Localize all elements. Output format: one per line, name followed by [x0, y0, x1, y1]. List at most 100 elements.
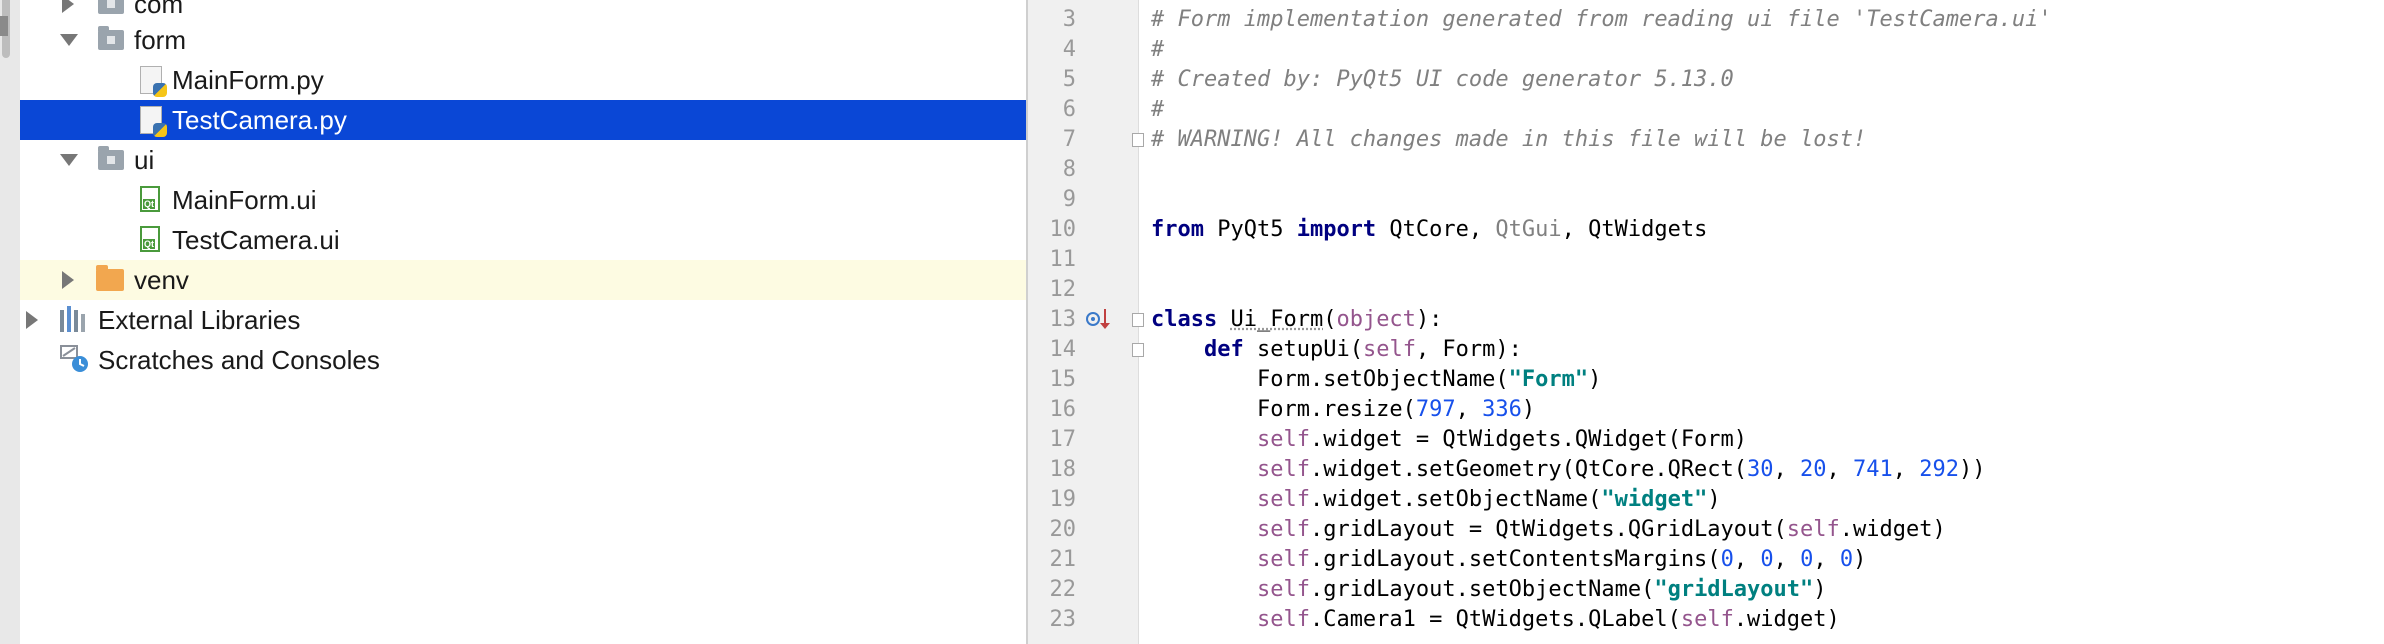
line-number: 13 [1049, 307, 1077, 332]
code-line-7[interactable]: 7 # WARNING! All changes made in this fil… [1028, 125, 2384, 155]
code-text: Form.setObjectName("Form") [1151, 367, 1602, 392]
code-line-12[interactable]: 12 [1028, 275, 2384, 305]
code-line-18[interactable]: 18 self.widget.setGeometry(QtCore.QRect(… [1028, 455, 2384, 485]
folder-icon [98, 26, 124, 53]
code-text: self.Camera1 = QtWidgets.QLabel(self.wid… [1256, 607, 1840, 632]
code-text: # WARNING! All changes made in this file… [1151, 127, 1867, 152]
chevron-right-icon[interactable] [26, 311, 38, 329]
code-line-21[interactable]: 21 self.gridLayout.setContentsMargins(0,… [1028, 545, 2384, 575]
code-line-3[interactable]: 3 # Form implementation generated from re… [1028, 5, 2384, 35]
python-file-icon [140, 106, 167, 137]
code-line-22[interactable]: 22 self.gridLayout.setObjectName("gridLa… [1028, 575, 2384, 605]
folder-icon [98, 146, 124, 173]
code-text: # Created by: PyQt5 UI code generator 5.… [1151, 67, 1734, 92]
code-text: # Form implementation generated from rea… [1151, 7, 2052, 32]
tree-item-mainform-ui[interactable]: Qt MainForm.ui [20, 180, 1026, 220]
scratches-icon [60, 344, 90, 374]
code-line-10[interactable]: 10 from PyQt5 import QtCore, QtGui, QtWid… [1028, 215, 2384, 245]
tree-item-scratches[interactable]: Scratches and Consoles [20, 340, 1026, 380]
tree-item-label: TestCamera.ui [172, 224, 340, 255]
code-line-16[interactable]: 16 Form.resize(797, 336) [1028, 395, 2384, 425]
code-text: self.widget = QtWidgets.QWidget(Form) [1256, 427, 1748, 452]
tree-item-testcamera-py[interactable]: TestCamera.py [20, 100, 1026, 140]
line-number: 20 [1049, 517, 1077, 542]
fold-icon[interactable] [1132, 133, 1144, 147]
code-line-20[interactable]: 20 self.gridLayout = QtWidgets.QGridLayo… [1028, 515, 2384, 545]
code-line-5[interactable]: 5 # Created by: PyQt5 UI code generator 5… [1028, 65, 2384, 95]
line-number: 23 [1049, 607, 1077, 632]
code-line-6[interactable]: 6 # [1028, 95, 2384, 125]
code-text: # [1151, 37, 1165, 62]
line-number: 12 [1049, 277, 1077, 302]
chevron-right-icon[interactable] [62, 0, 74, 13]
code-text: class Ui_Form(object): [1151, 307, 1443, 332]
code-text: self.widget.setObjectName("widget") [1256, 487, 1721, 512]
code-text: Form.resize(797, 336) [1151, 397, 1536, 422]
code-text: from PyQt5 import QtCore, QtGui, QtWidge… [1151, 217, 1708, 242]
code-line-13[interactable]: 13 class Ui_Form(object): [1028, 305, 2384, 335]
code-line-17[interactable]: 17 self.widget = QtWidgets.QWidget(Form) [1028, 425, 2384, 455]
line-number: 10 [1049, 217, 1077, 242]
line-number: 8 [1062, 157, 1076, 182]
line-number: 9 [1062, 187, 1076, 212]
libraries-icon [60, 306, 90, 332]
line-number: 21 [1049, 547, 1077, 572]
project-scrollbar[interactable] [0, 0, 21, 644]
implements-icon[interactable] [1086, 312, 1100, 326]
line-number: 11 [1049, 247, 1077, 272]
code-line-8[interactable]: 8 [1028, 155, 2384, 185]
code-line-15[interactable]: 15 Form.setObjectName("Form") [1028, 365, 2384, 395]
code-line-19[interactable]: 19 self.widget.setObjectName("widget") [1028, 485, 2384, 515]
line-number: 19 [1049, 487, 1077, 512]
tree-item-label: MainForm.ui [172, 184, 317, 215]
folder-icon [98, 0, 124, 17]
tree-item-label: venv [134, 264, 189, 295]
project-tree: com form MainForm.py TestCamera.py ui Qt… [20, 0, 1026, 644]
line-number: 3 [1062, 7, 1076, 32]
tree-item-ui[interactable]: ui [20, 140, 1026, 180]
tree-item-form[interactable]: form [20, 20, 1026, 60]
tree-item-label: ui [134, 144, 155, 175]
tree-item-testcamera-ui[interactable]: Qt TestCamera.ui [20, 220, 1026, 260]
tree-item-venv[interactable]: venv [20, 260, 1026, 300]
qt-ui-file-icon: Qt [140, 186, 166, 212]
tree-item-label: Scratches and Consoles [98, 344, 380, 375]
tree-item-label: External Libraries [98, 304, 301, 335]
code-text: self.widget.setGeometry(QtCore.QRect(30,… [1256, 457, 1986, 482]
code-line-14[interactable]: 14 def setupUi(self, Form): [1028, 335, 2384, 365]
line-number: 4 [1062, 37, 1076, 62]
code-text: self.gridLayout = QtWidgets.QGridLayout(… [1256, 517, 1946, 542]
code-text: self.gridLayout.setContentsMargins(0, 0,… [1256, 547, 1867, 572]
arrow-down-icon[interactable] [1100, 309, 1110, 329]
scroll-marker [0, 16, 8, 36]
code-text: def setupUi(self, Form): [1203, 337, 1522, 362]
tree-item-mainform-py[interactable]: MainForm.py [20, 60, 1026, 100]
line-number: 18 [1049, 457, 1077, 482]
line-number: 15 [1049, 367, 1077, 392]
tree-item-label: MainForm.py [172, 64, 324, 95]
code-text: # [1151, 97, 1165, 122]
chevron-down-icon[interactable] [60, 34, 78, 46]
folder-excluded-icon [96, 265, 124, 293]
line-number: 6 [1062, 97, 1076, 122]
code-line-23[interactable]: 23 self.Camera1 = QtWidgets.QLabel(self.… [1028, 605, 2384, 635]
fold-icon[interactable] [1132, 313, 1144, 327]
code-line-4[interactable]: 4 # [1028, 35, 2384, 65]
code-text: self.gridLayout.setObjectName("gridLayou… [1256, 577, 1827, 602]
chevron-right-icon[interactable] [62, 271, 74, 289]
code-line-11[interactable]: 11 [1028, 245, 2384, 275]
line-number: 17 [1049, 427, 1077, 452]
code-editor[interactable]: 3 # Form implementation generated from re… [1028, 0, 2384, 644]
tree-item-external-libraries[interactable]: External Libraries [20, 300, 1026, 340]
code-line-9[interactable]: 9 [1028, 185, 2384, 215]
tree-item-label: form [134, 24, 186, 55]
chevron-down-icon[interactable] [60, 154, 78, 166]
tree-item-label: com [134, 0, 184, 19]
qt-ui-file-icon: Qt [140, 226, 166, 252]
line-number: 16 [1049, 397, 1077, 422]
line-number: 7 [1062, 127, 1076, 152]
python-file-icon [140, 66, 167, 97]
fold-icon[interactable] [1132, 343, 1144, 357]
line-number: 22 [1049, 577, 1077, 602]
line-number: 5 [1062, 67, 1076, 92]
